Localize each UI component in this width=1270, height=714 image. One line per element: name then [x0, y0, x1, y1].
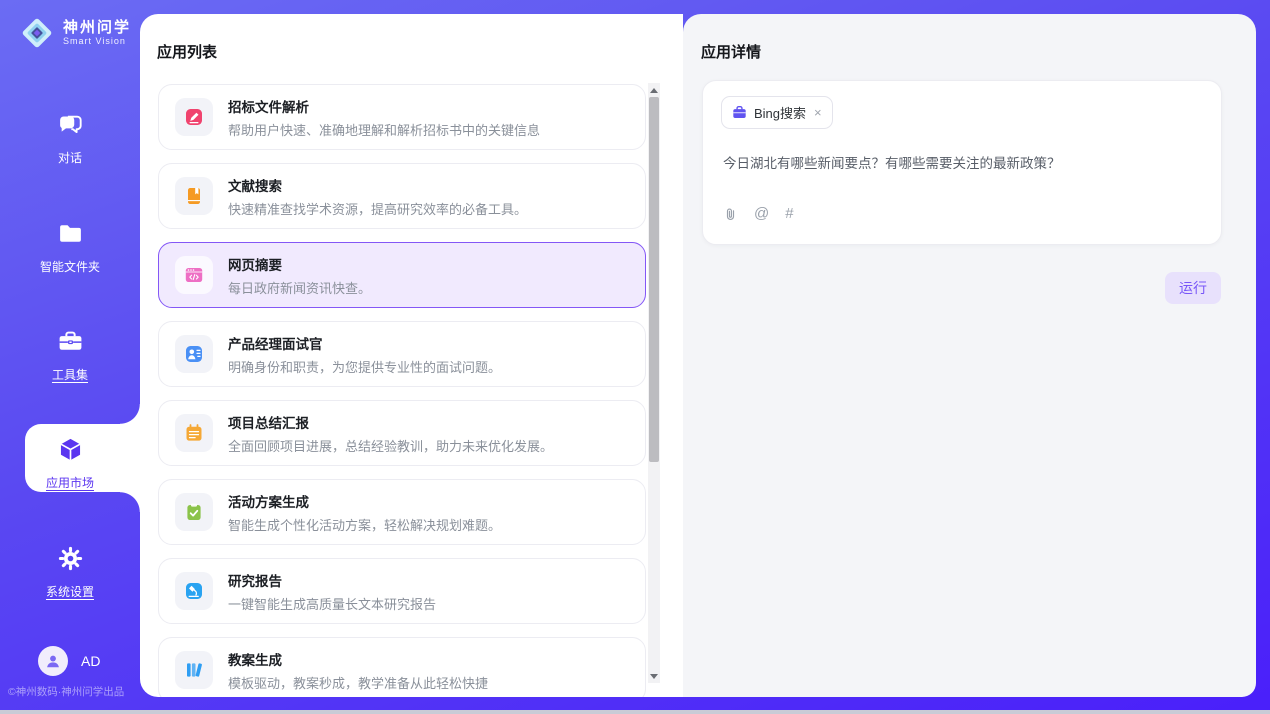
- app-card-desc: 智能生成个性化活动方案，轻松解决规划难题。: [228, 515, 501, 534]
- logo: 神州问学 Smart Vision: [18, 14, 131, 52]
- app-card-text: 网页摘要每日政府新闻资讯快查。: [228, 254, 371, 297]
- app-card-name: 项目总结汇报: [228, 412, 553, 432]
- app-card-desc: 每日政府新闻资讯快查。: [228, 278, 371, 297]
- app-icon-tile: [175, 177, 213, 215]
- book-icon: [184, 186, 204, 206]
- person-icon: [44, 652, 62, 670]
- app-card-name: 教案生成: [228, 649, 488, 669]
- app-card[interactable]: 项目总结汇报全面回顾项目进展，总结经验教训，助力未来优化发展。: [158, 400, 646, 466]
- copyright: ©神州数码·神州问学出品: [8, 684, 140, 699]
- app-card-desc: 快速精准查找学术资源，提高研究效率的必备工具。: [228, 199, 527, 218]
- tool-tag-label: Bing搜索: [754, 103, 806, 122]
- prompt-input[interactable]: 今日湖北有哪些新闻要点？有哪些需要关注的最新政策？: [723, 152, 1201, 172]
- app-card-text: 产品经理面试官明确身份和职责，为您提供专业性的面试问题。: [228, 333, 501, 376]
- calendar-icon: [184, 423, 204, 443]
- app-card-desc: 全面回顾项目进展，总结经验教训，助力未来优化发展。: [228, 436, 553, 455]
- app-window: 神州问学 Smart Vision AD ©神州数码·神州问学出品 对话智能文件…: [0, 0, 1270, 714]
- active-bubble-fillet-top: [120, 404, 140, 424]
- hash-icon[interactable]: #: [785, 206, 793, 222]
- app-card-text: 研究报告一键智能生成高质量长文本研究报告: [228, 570, 436, 613]
- gear-icon: [57, 545, 84, 572]
- user-name: AD: [81, 653, 100, 669]
- sidebar-item-smart-folder[interactable]: 智能文件夹: [0, 220, 140, 275]
- app-icon-tile: [175, 572, 213, 610]
- run-button[interactable]: 运行: [1165, 272, 1221, 304]
- chat-icon: [57, 111, 84, 138]
- books-icon: [184, 660, 204, 680]
- app-card-name: 招标文件解析: [228, 96, 540, 116]
- active-bubble-fillet-bottom: [120, 492, 140, 512]
- app-card-text: 活动方案生成智能生成个性化活动方案，轻松解决规划难题。: [228, 491, 501, 534]
- sidebar: 神州问学 Smart Vision AD ©神州数码·神州问学出品 对话智能文件…: [0, 0, 140, 714]
- app-card[interactable]: 产品经理面试官明确身份和职责，为您提供专业性的面试问题。: [158, 321, 646, 387]
- app-card[interactable]: 文献搜索快速精准查找学术资源，提高研究效率的必备工具。: [158, 163, 646, 229]
- app-icon-tile: [175, 98, 213, 136]
- app-card-desc: 模板驱动，教案秒成，教学准备从此轻松快捷: [228, 673, 488, 692]
- scrollbar[interactable]: [648, 83, 660, 683]
- logo-title: 神州问学: [63, 19, 131, 36]
- remove-tool-icon[interactable]: ×: [814, 105, 822, 120]
- app-icon-tile: [175, 256, 213, 294]
- app-card-desc: 一键智能生成高质量长文本研究报告: [228, 594, 436, 613]
- at-icon[interactable]: @: [754, 206, 769, 222]
- paperclip-icon[interactable]: [723, 206, 738, 222]
- briefcase-icon: [732, 105, 747, 120]
- edit-icon: [184, 107, 204, 127]
- app-card[interactable]: 活动方案生成智能生成个性化活动方案，轻松解决规划难题。: [158, 479, 646, 545]
- logo-subtitle: Smart Vision: [63, 36, 131, 46]
- browser-code-icon: [184, 265, 204, 285]
- app-list-panel: 应用列表 招标文件解析帮助用户快速、准确地理解和解析招标书中的关键信息文献搜索快…: [140, 14, 683, 697]
- toolbox-icon: [57, 328, 84, 355]
- app-card-desc: 明确身份和职责，为您提供专业性的面试问题。: [228, 357, 501, 376]
- scroll-thumb[interactable]: [649, 97, 659, 462]
- app-card-name: 文献搜索: [228, 175, 527, 195]
- app-card[interactable]: 教案生成模板驱动，教案秒成，教学准备从此轻松快捷: [158, 637, 646, 697]
- sidebar-item-label: 工具集: [0, 366, 140, 383]
- sidebar-item-chat[interactable]: 对话: [0, 111, 140, 166]
- tool-tag-bing-search[interactable]: Bing搜索 ×: [721, 96, 833, 129]
- scroll-down-icon[interactable]: [648, 669, 660, 683]
- app-card-name: 网页摘要: [228, 254, 371, 274]
- sidebar-item-label: 智能文件夹: [0, 258, 140, 275]
- app-card[interactable]: 网页摘要每日政府新闻资讯快查。: [158, 242, 646, 308]
- sidebar-item-app-market[interactable]: 应用市场: [0, 436, 140, 491]
- clipboard-check-icon: [184, 502, 204, 522]
- app-icon-tile: [175, 335, 213, 373]
- app-detail-panel: 应用详情 Bing搜索 × 今日湖北有哪些新闻要点？有哪些需要关注的最新政策？ …: [683, 14, 1256, 697]
- app-card[interactable]: 研究报告一键智能生成高质量长文本研究报告: [158, 558, 646, 624]
- composer-card[interactable]: Bing搜索 × 今日湖北有哪些新闻要点？有哪些需要关注的最新政策？ @ #: [702, 80, 1222, 245]
- cube-icon: [57, 436, 84, 463]
- avatar: [38, 646, 68, 676]
- interview-icon: [184, 344, 204, 364]
- sidebar-item-settings[interactable]: 系统设置: [0, 545, 140, 600]
- app-card-name: 研究报告: [228, 570, 436, 590]
- app-card-name: 活动方案生成: [228, 491, 501, 511]
- user-account[interactable]: AD: [38, 646, 100, 676]
- app-card-name: 产品经理面试官: [228, 333, 501, 353]
- scroll-up-icon[interactable]: [648, 83, 660, 97]
- window-bottom-edge: [0, 710, 1270, 714]
- app-card-text: 招标文件解析帮助用户快速、准确地理解和解析招标书中的关键信息: [228, 96, 540, 139]
- research-icon: [184, 581, 204, 601]
- app-detail-title: 应用详情: [701, 41, 761, 62]
- sidebar-item-label: 对话: [0, 149, 140, 166]
- app-card-text: 项目总结汇报全面回顾项目进展，总结经验教训，助力未来优化发展。: [228, 412, 553, 455]
- app-card-desc: 帮助用户快速、准确地理解和解析招标书中的关键信息: [228, 120, 540, 139]
- app-list-title: 应用列表: [157, 41, 217, 62]
- app-card-text: 文献搜索快速精准查找学术资源，提高研究效率的必备工具。: [228, 175, 527, 218]
- sidebar-item-label: 系统设置: [0, 583, 140, 600]
- app-icon-tile: [175, 414, 213, 452]
- app-icon-tile: [175, 651, 213, 689]
- app-card[interactable]: 招标文件解析帮助用户快速、准确地理解和解析招标书中的关键信息: [158, 84, 646, 150]
- app-icon-tile: [175, 493, 213, 531]
- app-card-text: 教案生成模板驱动，教案秒成，教学准备从此轻松快捷: [228, 649, 488, 692]
- logo-diamond-icon: [18, 14, 56, 52]
- sidebar-item-toolset[interactable]: 工具集: [0, 328, 140, 383]
- sidebar-item-label: 应用市场: [0, 474, 140, 491]
- folder-icon: [57, 220, 84, 247]
